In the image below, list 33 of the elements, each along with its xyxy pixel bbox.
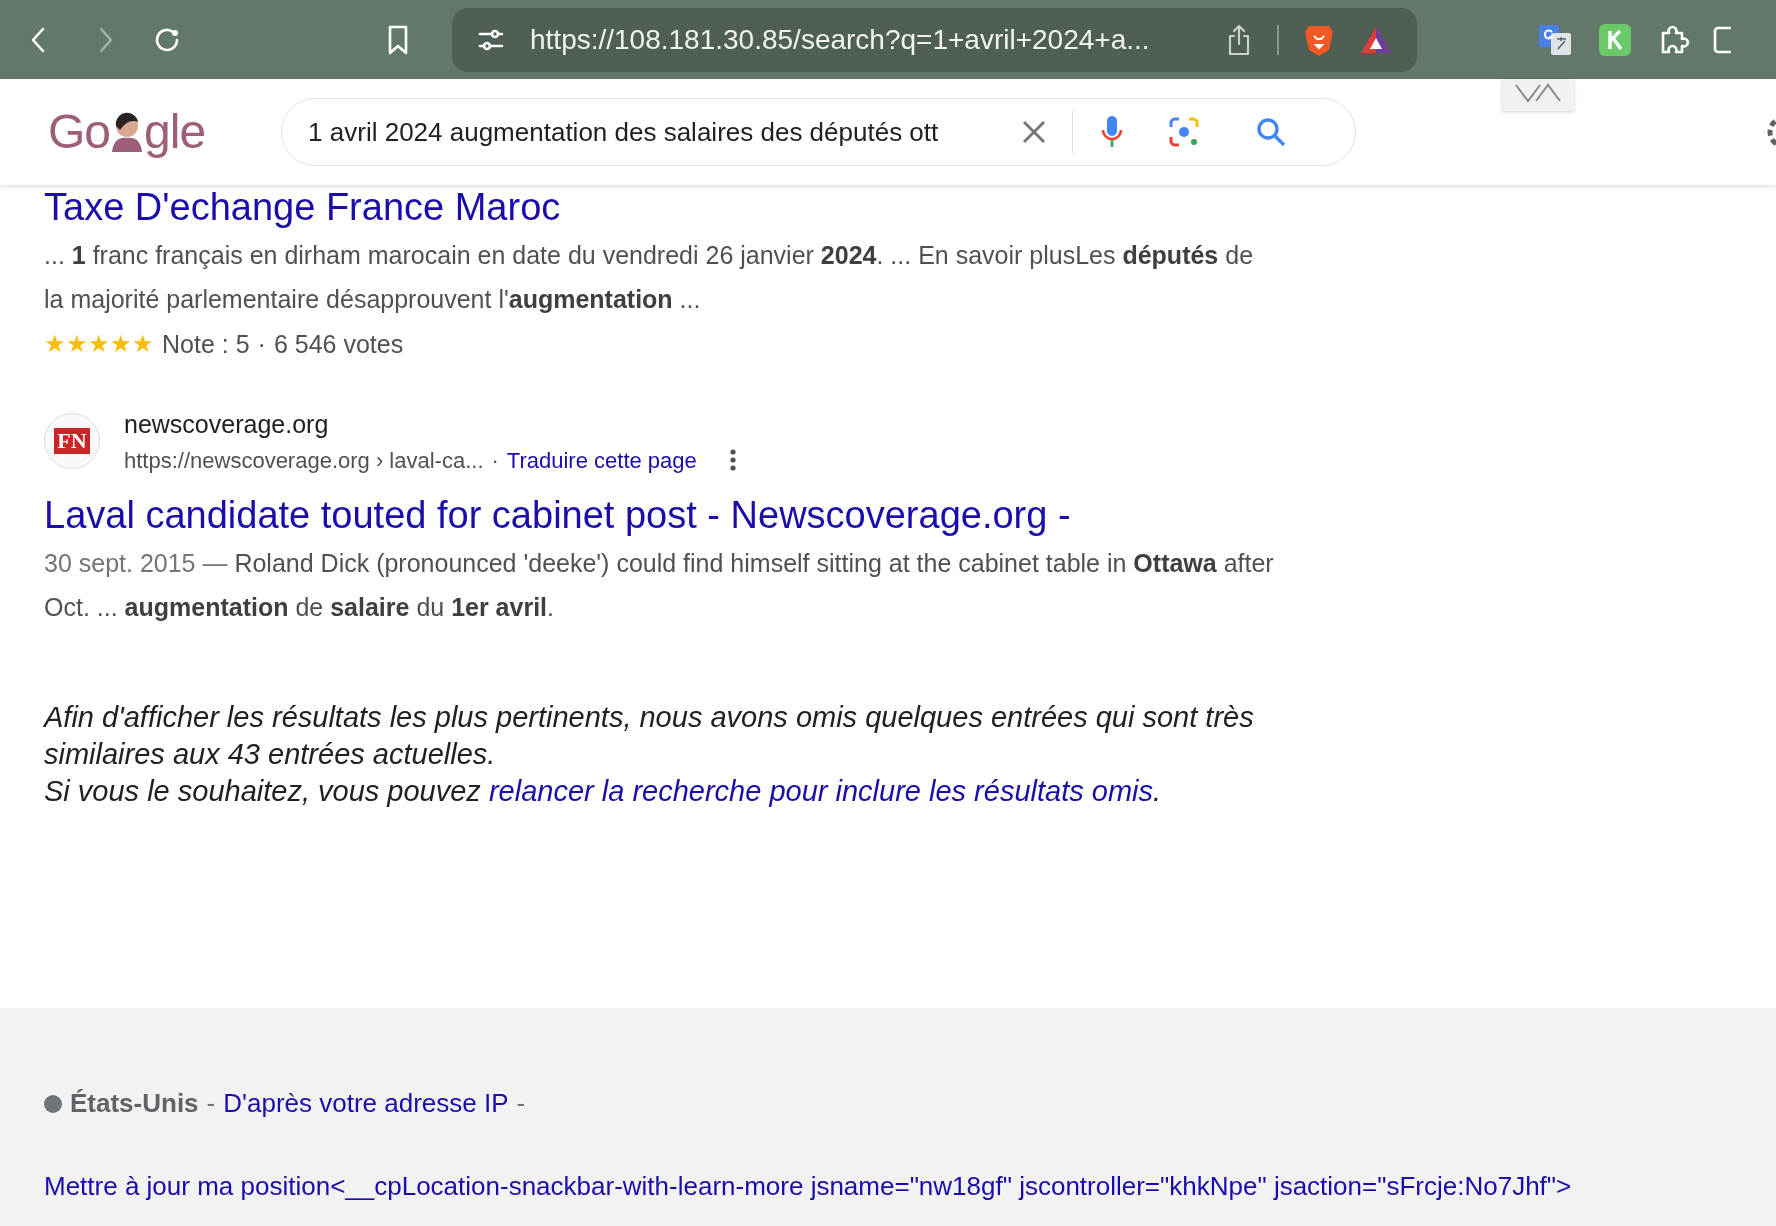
result-title[interactable]: Laval candidate touted for cabinet post - Newscoverage.org - [44,492,1071,537]
ip-source-link[interactable]: D'après votre adresse IP [223,1084,509,1123]
favicon-logo: FN [54,428,90,455]
camera-lens-icon[interactable] [1167,115,1202,149]
result-title[interactable]: Taxe D'echange France Maroc [44,185,561,229]
location-dot-icon [44,1094,62,1113]
logo-text: Go [48,104,111,160]
separator: - [516,1087,526,1120]
result-snippet: 30 sept. 2015 — Roland Dick (pronounced 'deeke') could find himself sitting at the cabinet table in Ottawa after Oct. ... augmentation de salaire du 1er avril. [44,547,1275,623]
country-name: États-Unis [70,1087,199,1120]
logo-text: gle [144,104,206,160]
separator-dot: · [491,446,499,475]
scroll-top-button[interactable] [1502,79,1574,111]
translate-icon[interactable] [1537,22,1573,57]
result-url[interactable]: https://newscoverage.org › laval-ca... [124,443,484,477]
more-icon[interactable] [728,448,737,472]
omitted-notice: Si vous le souhaitez, vous pouvez [44,774,482,807]
search-icon[interactable] [1255,116,1288,148]
search-input[interactable]: 1 avril 2024 augmentation des salaires des députés ott [306,111,997,153]
k-letter-icon[interactable] [1599,23,1631,56]
rating-text: Note : 5 [162,328,250,360]
site-name: newscoverage.org [124,409,330,440]
star-rating: ★★★★★ [44,329,154,359]
doodle-figure-icon [110,112,145,152]
punctuation: . [1153,774,1162,807]
update-location-link[interactable]: Mettre à jour ma position<__cpLocation-snackbar-with-learn-more jsname="nw18gf" jscontroller="khkNpe" jsaction="sFrcje:No7Jhf"> [44,1171,1572,1201]
omitted-notice: Afin d'afficher les résultats les plus pertinents, nous avons omis quelques entrées qui sont très similaires aux 43 entrées actuelles. [44,699,1255,772]
votes-text: 6 546 votes [273,328,404,360]
separator: - [206,1087,216,1120]
separator-dot: · [257,328,266,360]
rerun-search-link[interactable]: relancer la recherche pour inclure les résultats omis [488,774,1153,807]
result-snippet: ... 1 franc français en dirham marocain en date du vendredi 26 janvier 2024. ... En savoir plusLes députés de la majorité parlementaire désapprouvent l'augmentation ... [44,240,1255,315]
translate-link[interactable]: Traduire cette page [506,443,697,477]
